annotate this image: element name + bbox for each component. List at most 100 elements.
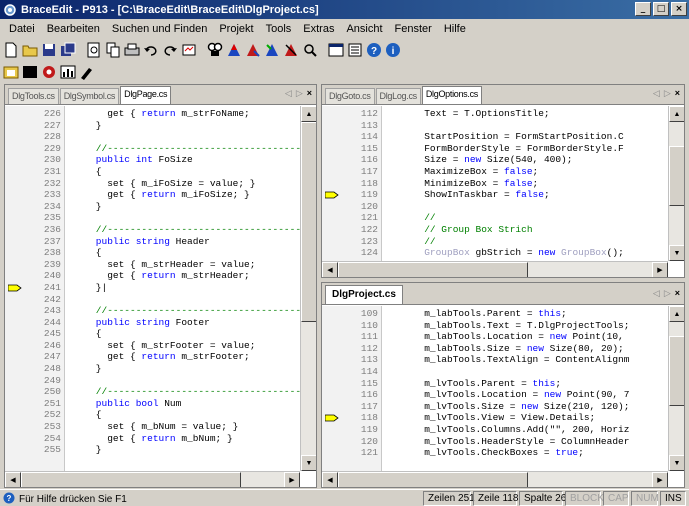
bookmark-prev-icon[interactable] [264,42,280,58]
code-line[interactable]: 231 { [5,166,300,178]
code-line[interactable]: 230 public int FoSize [5,154,300,166]
help-icon[interactable]: ? [366,42,382,58]
code-line[interactable]: 119 m_lvTools.Columns.Add("", 200, Horiz [322,424,668,436]
tab-dlgtools[interactable]: DlgTools.cs [8,88,59,104]
code-line[interactable]: 114 [322,366,668,378]
hscroll-thumb[interactable] [338,472,528,487]
tab-next-icon[interactable]: ▷ [664,288,671,299]
info-icon[interactable]: i [385,42,401,58]
menu-ansicht[interactable]: Ansicht [340,23,388,35]
code-line[interactable]: 233 get { return m_iFoSize; } [5,189,300,201]
code-line[interactable]: 238 { [5,247,300,259]
code-line[interactable]: 227 } [5,120,300,132]
scroll-up-icon[interactable]: ▲ [301,106,316,122]
window-icon[interactable] [328,42,344,58]
menu-tools[interactable]: Tools [260,23,298,35]
tab-prev-icon[interactable]: ◁ [653,88,660,99]
scroll-thumb[interactable] [669,336,684,406]
settings-icon[interactable] [41,64,57,80]
code-line[interactable]: 232 set { m_iFoSize = value; } [5,178,300,190]
list-icon[interactable] [347,42,363,58]
code-line[interactable]: 229 //----------------------------------… [5,143,316,155]
code-line[interactable]: 121 // [322,212,668,224]
scroll-right-icon[interactable]: ▶ [652,472,668,487]
scroll-left-icon[interactable]: ◀ [322,472,338,487]
scroll-down-icon[interactable]: ▼ [669,455,684,471]
scroll-up-icon[interactable]: ▲ [669,106,684,122]
menu-suchen[interactable]: Suchen und Finden [106,23,213,35]
code-line[interactable]: 248 } [5,363,300,375]
print-icon[interactable] [124,42,140,58]
brush-icon[interactable] [79,64,95,80]
tab-next-icon[interactable]: ▷ [296,88,303,99]
code-line[interactable]: 112 Text = T.OptionsTitle; [322,108,668,120]
tab-close-icon[interactable]: × [675,288,680,299]
hscroll-left[interactable]: ◀ ▶ [5,471,300,487]
code-line[interactable]: 124 GroupBox gbStrich = new GroupBox(); [322,247,668,259]
code-line[interactable]: 239 set { m_strHeader = value; [5,259,300,271]
code-line[interactable]: 251 public bool Num [5,398,300,410]
new-file-icon[interactable] [3,42,19,58]
code-line[interactable]: 255 } [5,444,300,456]
tab-prev-icon[interactable]: ◁ [653,288,660,299]
tab-prev-icon[interactable]: ◁ [285,88,292,99]
code-line[interactable]: 116 Size = new Size(540, 400); [322,154,668,166]
project-icon[interactable] [3,64,19,80]
code-line[interactable]: 247 get { return m_strFooter; [5,351,300,363]
print-preview-icon[interactable] [86,42,102,58]
tab-dlgpage[interactable]: DlgPage.cs [120,86,172,104]
hscroll-right-bottom[interactable]: ◀ ▶ [322,471,668,487]
code-line[interactable]: 244 public string Footer [5,317,300,329]
code-line[interactable]: 123 // [322,236,668,248]
tab-dlgsymbol[interactable]: DlgSymbol.cs [59,88,120,104]
code-line[interactable]: 226 get { return m_strFoName; [5,108,300,120]
hscroll-thumb[interactable] [21,472,241,487]
code-line[interactable]: 245 { [5,328,300,340]
code-line[interactable]: 110 m_labTools.Text = T.DlgProjectTools; [322,320,668,332]
code-line[interactable]: 254 get { return m_bNum; } [5,433,300,445]
scroll-down-icon[interactable]: ▼ [669,245,684,261]
code-line[interactable]: 114 StartPosition = FormStartPosition.C [322,131,668,143]
scroll-down-icon[interactable]: ▼ [301,455,316,471]
code-line[interactable]: 253 set { m_bNum = value; } [5,421,300,433]
code-line[interactable]: 252 { [5,409,300,421]
link-icon[interactable] [181,42,197,58]
tab-dlglog[interactable]: DlgLog.cs [375,88,421,104]
tab-next-icon[interactable]: ▷ [664,88,671,99]
code-line[interactable]: 243 //----------------------------------… [5,305,316,317]
code-line[interactable]: 109 m_labTools.Parent = this; [322,308,668,320]
code-line[interactable]: 242 [5,294,300,306]
vscroll-right-bottom[interactable]: ▲ ▼ [668,306,684,471]
scroll-up-icon[interactable]: ▲ [669,306,684,322]
undo-icon[interactable] [143,42,159,58]
code-editor-left[interactable]: 226 get { return m_strFoName; 227 } 228 22… [5,108,316,471]
menu-hilfe[interactable]: Hilfe [438,23,472,35]
code-line[interactable]: 118 MinimizeBox = false; [322,178,668,190]
copy-document-icon[interactable] [105,42,121,58]
scroll-thumb[interactable] [669,146,684,206]
code-line[interactable]: 120 m_lvTools.HeaderStyle = ColumnHeader [322,436,668,448]
code-line[interactable]: 118 m_lvTools.View = View.Details; [322,412,668,424]
menu-bearbeiten[interactable]: Bearbeiten [41,23,106,35]
save-all-icon[interactable] [60,42,76,58]
scroll-thumb[interactable] [301,122,316,322]
hscroll-right-top[interactable]: ◀ ▶ [322,261,668,277]
code-line[interactable]: 250 //----------------------------------… [5,386,316,398]
scroll-left-icon[interactable]: ◀ [5,472,21,487]
code-line[interactable]: 120 [322,201,668,213]
code-editor-right-bottom[interactable]: 109 m_labTools.Parent = this; 110 m_labTo… [322,308,668,471]
minimize-button[interactable]: _ [635,2,651,16]
find-in-files-icon[interactable] [302,42,318,58]
code-line[interactable]: 235 [5,212,300,224]
close-button[interactable]: × [671,2,687,16]
code-line[interactable]: 234 } [5,201,300,213]
scroll-left-icon[interactable]: ◀ [322,262,338,277]
title-bar[interactable]: BraceEdit - P913 - [C:\BraceEdit\BraceEd… [0,0,689,19]
code-line[interactable]: 249 [5,375,300,387]
maximize-button[interactable]: □ [653,2,669,16]
open-folder-icon[interactable] [22,42,38,58]
redo-icon[interactable] [162,42,178,58]
code-line[interactable]: 113 [322,120,668,132]
vscroll-right-top[interactable]: ▲ ▼ [668,106,684,261]
code-line[interactable]: 121 m_lvTools.CheckBoxes = true; [322,447,668,459]
